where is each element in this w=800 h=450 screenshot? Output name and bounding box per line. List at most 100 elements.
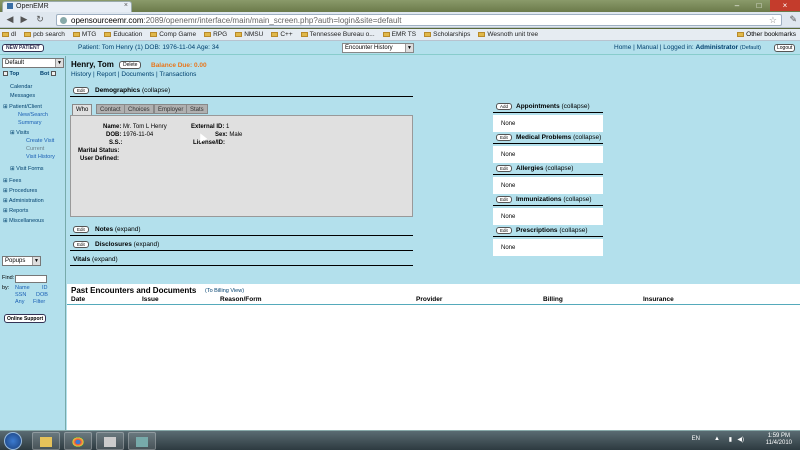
vitals-header[interactable]: Vitals (expand) [73,256,118,263]
bookmark-item[interactable]: Wesnoth unit tree [476,29,538,40]
clock[interactable]: 1:59 PM 11/4/2010 [766,433,792,447]
disclosures-toggle[interactable]: (expand) [134,241,160,248]
popups-select[interactable]: Popups ▼ [2,256,41,266]
manual-link[interactable]: Manual [637,44,658,51]
prescriptions-edit-button[interactable]: Edit [496,227,512,234]
appointments-toggle[interactable]: (collapse) [562,103,590,110]
disclosures-header[interactable]: Disclosures (expand) [95,241,159,248]
tab-close-icon[interactable]: × [124,2,128,9]
nav-item-administration[interactable]: ⊞ Administration [3,198,44,204]
bookmark-item[interactable]: Education [102,29,142,40]
allergies-edit-button[interactable]: Edit [496,165,512,172]
nav-item-miscellaneous[interactable]: ⊞ Miscellaneous [3,218,44,224]
prescriptions-header[interactable]: Prescriptions (collapse) [516,227,588,234]
bookmark-item[interactable]: Comp Game [148,29,196,40]
wrench-icon[interactable]: ✎ [789,14,797,25]
medical-problems-header[interactable]: Medical Problems (collapse) [516,134,601,141]
documents-link[interactable]: Documents [121,71,154,78]
browser-tab[interactable]: OpenEMR × [2,1,132,12]
tab-who[interactable]: Who [72,104,93,115]
home-link[interactable]: Home [614,44,631,51]
appointments-add-button[interactable]: Add [496,103,513,110]
notes-header[interactable]: Notes (expand) [95,226,141,233]
bookmark-item[interactable]: dl [0,29,16,40]
bookmark-item[interactable]: Scholarships [422,29,470,40]
facility-select[interactable]: Default ▼ [2,58,64,68]
nav-item-reports[interactable]: ⊞ Reports [3,208,28,214]
bookmark-item[interactable]: pcb search [22,29,65,40]
transactions-link[interactable]: Transactions [159,71,196,78]
allergies-header[interactable]: Allergies (collapse) [516,165,573,172]
nav-item-visit-history[interactable]: Visit History [26,154,55,160]
window-close-icon[interactable]: × [770,0,800,11]
address-bar[interactable]: opensourceemr.com:2089/openemr/interface… [56,14,782,26]
language-indicator[interactable]: EN [692,436,700,442]
taskbar-chrome[interactable] [64,432,92,450]
online-support-button[interactable]: Online Support [4,314,47,323]
tab-employer[interactable]: Employer [154,104,188,114]
delete-patient-button[interactable]: Delete [119,61,142,69]
tab-choices[interactable]: Choices [124,104,154,114]
maximize-icon[interactable]: □ [748,0,770,11]
taskbar-app[interactable] [128,432,156,450]
nav-item-procedures[interactable]: ⊞ Procedures [3,188,37,194]
nav-item-calendar[interactable]: Calendar [10,84,32,90]
demographics-toggle[interactable]: (collapse) [142,87,170,94]
disclosures-edit-button[interactable]: Edit [73,241,89,248]
top-frame-toggle[interactable]: Top [3,71,19,77]
notes-edit-button[interactable]: Edit [73,226,89,233]
find-input[interactable] [15,275,47,283]
prescriptions-toggle[interactable]: (collapse) [559,227,587,234]
find-by-dob[interactable]: DOB [36,292,48,298]
tab-stats[interactable]: Stats [186,104,208,114]
medical-problems-toggle[interactable]: (collapse) [573,134,601,141]
nav-item-current[interactable]: Current [26,146,44,152]
bot-checkbox[interactable] [50,71,56,77]
bot-frame-toggle[interactable]: Bot [40,71,56,77]
vitals-toggle[interactable]: (expand) [92,256,118,263]
find-by-name[interactable]: Name [15,285,30,291]
taskbar-explorer[interactable] [32,432,60,450]
nav-item-messages[interactable]: Messages [10,93,35,99]
other-bookmarks[interactable]: Other bookmarks [737,29,796,40]
report-link[interactable]: Report [97,71,117,78]
logout-button[interactable]: Logout [774,44,796,52]
nav-item-create-visit[interactable]: Create Visit [26,138,54,144]
back-icon[interactable]: ◀ [4,14,16,26]
immunizations-header[interactable]: Immunizations (collapse) [516,196,592,203]
bookmark-item[interactable]: Tennessee Bureau o... [299,29,375,40]
nav-item-new-search[interactable]: New/Search [18,112,48,118]
history-link[interactable]: History [71,71,91,78]
allergies-toggle[interactable]: (collapse) [545,165,573,172]
bookmark-star-icon[interactable]: ☆ [769,15,777,26]
immunizations-edit-button[interactable]: Edit [496,196,512,203]
demographics-header[interactable]: Demographics (collapse) [95,87,170,94]
find-by-any[interactable]: Any [15,299,24,305]
nav-item-visit-forms[interactable]: ⊞ Visit Forms [10,166,44,172]
bookmark-item[interactable]: C++ [269,29,293,40]
bookmark-item[interactable]: MTG [71,29,96,40]
minimize-icon[interactable]: – [726,0,748,11]
immunizations-toggle[interactable]: (collapse) [563,196,591,203]
network-icon[interactable]: ▮ [729,436,732,443]
billing-view-link[interactable]: (To Billing View) [205,288,244,294]
find-filter[interactable]: Filter [33,299,45,305]
taskbar-calculator[interactable] [96,432,124,450]
bookmark-item[interactable]: NMSU [233,29,263,40]
encounter-history-select[interactable]: Encounter History ▼ [342,43,414,53]
notes-toggle[interactable]: (expand) [115,226,141,233]
demographics-edit-button[interactable]: Edit [73,87,89,94]
top-checkbox[interactable] [3,71,8,77]
volume-icon[interactable]: ◀) [737,436,744,443]
bookmark-item[interactable]: EMR TS [381,29,416,40]
tab-contact[interactable]: Contact [96,104,125,114]
find-by-ssn[interactable]: SSN [15,292,26,298]
nav-item-fees[interactable]: ⊞ Fees [3,178,21,184]
nav-item-visits[interactable]: ⊞ Visits [10,130,29,136]
appointments-header[interactable]: Appointments (collapse) [516,103,590,110]
bookmark-item[interactable]: RPG [202,29,227,40]
start-button[interactable] [4,432,22,450]
nav-item-summary[interactable]: Summary [18,120,42,126]
reload-icon[interactable]: ↻ [34,14,46,26]
nav-item-patient-client[interactable]: ⊞ Patient/Client [3,104,42,110]
